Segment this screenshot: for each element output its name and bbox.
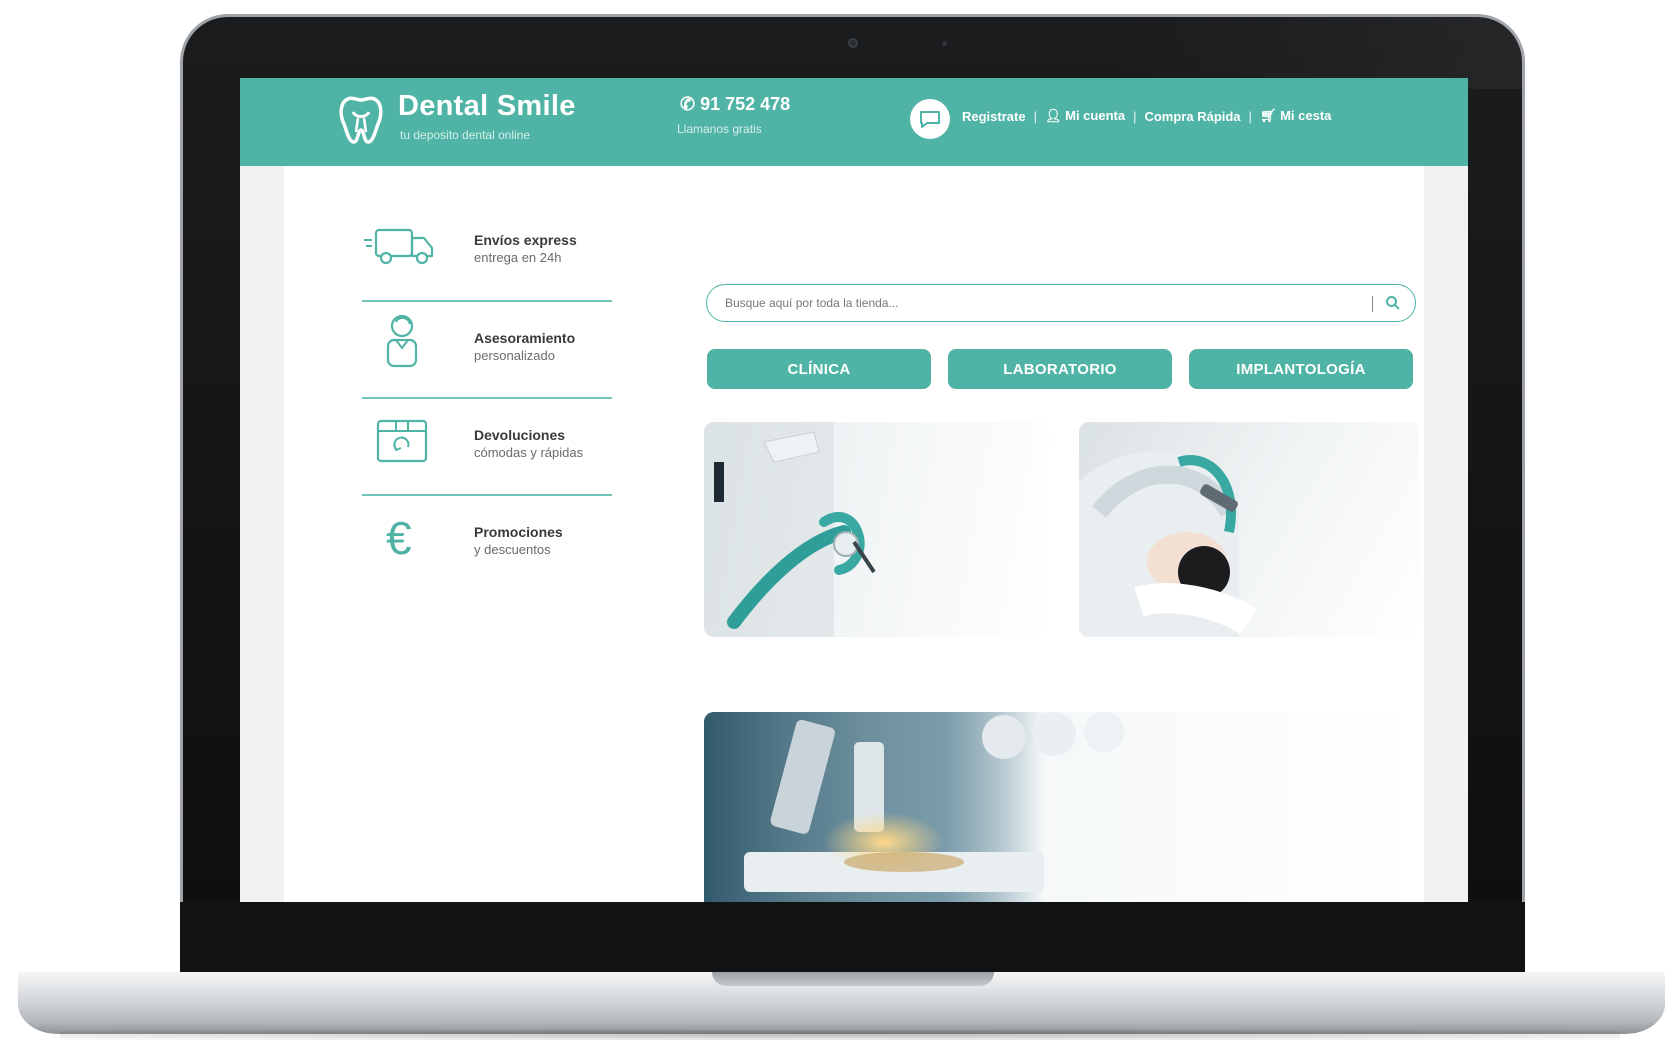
webcam-light: [942, 41, 947, 46]
search-input[interactable]: [725, 293, 1345, 313]
banner-lab-image[interactable]: [704, 712, 1419, 902]
site-header: Dental Smile tu deposito dental online ✆…: [240, 78, 1468, 166]
phone-text: 91 752 478: [700, 94, 791, 114]
benefit-returns: Devoluciones cómodas y rápidas: [362, 391, 612, 491]
advisor-icon: [386, 314, 418, 368]
benefit-title: Devoluciones: [474, 427, 566, 443]
category-button-clinica[interactable]: CLÍNICA: [707, 349, 931, 389]
benefit-subtitle: y descuentos: [474, 542, 551, 557]
laptop-shadow: [60, 1030, 1620, 1040]
benefit-promotions: € Promociones y descuentos: [362, 488, 612, 588]
phone-note: Llamanos gratis: [677, 122, 762, 136]
benefit-advice: Asesoramiento personalizado: [362, 294, 612, 394]
cart-link-label: Mi cesta: [1280, 108, 1332, 123]
account-link-label: Mi cuenta: [1065, 108, 1126, 123]
link-separator: |: [1033, 108, 1037, 124]
category-button-laboratorio[interactable]: LABORATORIO: [948, 349, 1172, 389]
truck-icon: [364, 228, 434, 265]
svg-text:€: €: [386, 512, 412, 564]
benefit-subtitle: personalizado: [474, 348, 555, 363]
laptop-mockup: Dental Smile tu deposito dental online ✆…: [0, 0, 1665, 1042]
cart-icon: 🛒︎: [1259, 108, 1277, 123]
search-divider: [1372, 296, 1373, 312]
page-content: Envíos express entrega en 24h Asesoramie…: [284, 166, 1424, 902]
account-link[interactable]: 👤︎ Mi cuenta: [1045, 108, 1125, 124]
webcam: [848, 38, 858, 48]
dental-chair-illustration: [704, 422, 876, 637]
search-box: [706, 284, 1416, 322]
register-link[interactable]: Registrate: [962, 109, 1026, 124]
user-icon: 👤︎: [1044, 108, 1062, 123]
screen-bottom-bezel: [180, 902, 1525, 974]
tooth-logo-icon[interactable]: [336, 92, 386, 146]
account-links: Registrate | 👤︎ Mi cuenta | Compra Rápid…: [962, 108, 1331, 124]
benefit-title: Asesoramiento: [474, 330, 576, 346]
search-icon[interactable]: [1385, 295, 1401, 311]
benefit-shipping: Envíos express entrega en 24h: [362, 196, 612, 296]
banner-patient-image[interactable]: [1079, 422, 1419, 637]
euro-icon: €: [386, 512, 412, 564]
phone-icon: ✆: [680, 94, 696, 114]
laptop-hinge-notch: [712, 972, 994, 986]
phone-number[interactable]: ✆ 91 752 478: [680, 94, 790, 115]
benefit-subtitle: cómodas y rápidas: [474, 445, 584, 460]
cart-link[interactable]: 🛒︎ Mi cesta: [1260, 108, 1331, 124]
chat-icon: [920, 111, 940, 128]
benefit-title: Envíos express: [474, 232, 577, 248]
banner-clinic-image[interactable]: [704, 422, 1049, 637]
chat-button[interactable]: [910, 99, 950, 139]
box-return-icon: [376, 419, 428, 463]
quick-buy-link[interactable]: Compra Rápida: [1144, 109, 1240, 124]
category-button-implantologia[interactable]: IMPLANTOLOGÍA: [1189, 349, 1413, 389]
benefit-subtitle: entrega en 24h: [474, 250, 562, 265]
link-separator: |: [1133, 108, 1137, 124]
microscope-illustration: [704, 712, 1124, 902]
benefit-title: Promociones: [474, 524, 563, 540]
link-separator: |: [1248, 108, 1252, 124]
brand-tagline: tu deposito dental online: [400, 128, 531, 142]
brand-name[interactable]: Dental Smile: [398, 90, 576, 123]
patient-illustration: [1079, 452, 1258, 637]
browser-screen: Dental Smile tu deposito dental online ✆…: [240, 78, 1468, 902]
